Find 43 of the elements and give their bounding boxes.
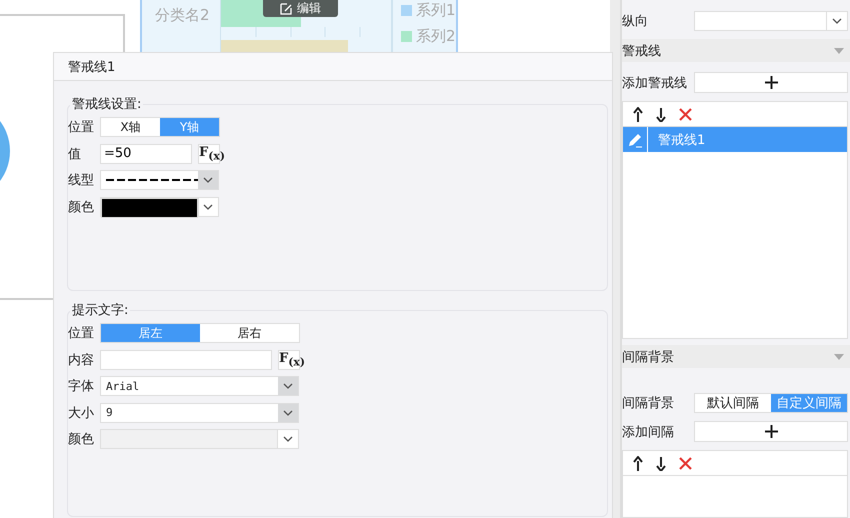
field-label: 间隔背景 <box>622 394 675 412</box>
section-title: 间隔背景 <box>622 348 674 366</box>
field-label: 添加间隔 <box>622 424 675 440</box>
field-label: 位置 <box>68 119 95 136</box>
field-label: 值 <box>68 146 82 162</box>
close-icon <box>679 106 692 122</box>
legend-label: 系列1 <box>416 1 456 20</box>
value-input[interactable]: =50 <box>100 144 192 164</box>
chevron-down-icon[interactable] <box>283 410 293 416</box>
section-header[interactable]: 警戒线 <box>622 39 850 62</box>
field-label: 大小 <box>68 404 95 422</box>
field-label: 颜色 <box>68 431 95 448</box>
plus-icon <box>764 76 778 89</box>
edit-button[interactable]: 编辑 <box>263 0 338 17</box>
field-label: 内容 <box>68 352 95 368</box>
category-label: 分类名2 <box>154 5 211 26</box>
group-title: 提示文字: <box>71 302 130 319</box>
edit-icon <box>280 2 292 14</box>
dialog-title: 警戒线1 <box>54 53 612 81</box>
chevron-down-icon[interactable] <box>283 383 293 389</box>
line-type-dropdown[interactable] <box>100 170 219 190</box>
chevron-down-icon[interactable] <box>203 204 214 210</box>
field-label: 位置 <box>68 325 95 342</box>
plus-icon <box>764 425 778 438</box>
dropdown[interactable]: 9 <box>100 402 299 422</box>
color-dropdown[interactable] <box>100 196 219 216</box>
close-icon <box>679 456 692 470</box>
pencil-icon <box>627 132 643 148</box>
field-label: 字体 <box>68 378 95 395</box>
delete-button[interactable] <box>679 106 692 122</box>
section-header[interactable]: 间隔背景 <box>622 345 850 368</box>
field-label: 颜色 <box>68 198 95 216</box>
field-label: 纵向 <box>622 12 649 30</box>
group-title: 警戒线设置: <box>71 96 142 113</box>
field-label: 线型 <box>68 172 95 189</box>
delete-button[interactable] <box>679 456 692 470</box>
chevron-down-icon[interactable] <box>203 177 213 183</box>
chevron-down-icon[interactable] <box>832 18 842 24</box>
dropdown[interactable]: Arial <box>100 376 299 396</box>
content-input[interactable] <box>100 350 272 370</box>
field-label: 添加警戒线 <box>622 74 688 92</box>
section-title: 警戒线 <box>622 42 661 60</box>
legend-label: 系列2 <box>416 27 456 46</box>
